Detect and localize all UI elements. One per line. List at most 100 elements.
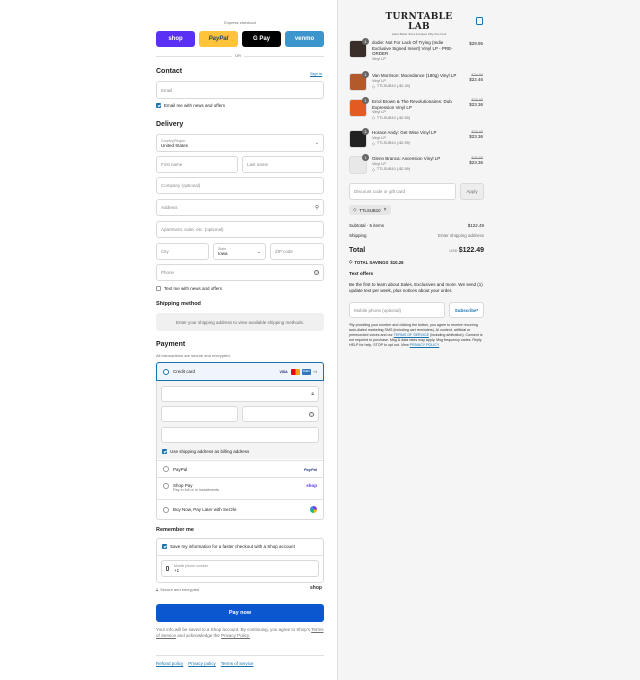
address-placeholder: Address [161,205,178,210]
item-price: $25.95 $23.36 [469,156,483,165]
discount-line: ◇ TTLSUB10 (-$2.59) [372,167,460,172]
chevron-down-icon: ⌄ [256,248,261,255]
save-info-checkbox[interactable] [162,544,167,549]
country-label: Country/Region [161,138,186,143]
billing-address-checkbox[interactable] [162,449,167,454]
cart-item: 1 Van Morrison: Moondance (180g) Vinyl L… [349,71,484,91]
contact-heading: Contact [156,68,183,75]
item-price: $24.95 $22.46 [469,73,483,82]
discount-code-field[interactable]: Discount code or gift card [349,183,456,200]
quantity-badge: 1 [362,38,369,45]
email-news-label: Email me with news and offers [164,103,225,108]
paypal-logo: PayPal [208,36,229,42]
country-value: United States [161,142,189,148]
discount-code-placeholder: Discount code or gift card [354,189,406,194]
paypal-express-button[interactable]: PayPal [199,31,238,47]
credit-card-option[interactable]: Credit card VISA MC AMEX +4 [156,362,324,381]
shop-pay-express-button[interactable]: shop [156,31,195,47]
sezzle-radio[interactable] [163,506,169,513]
city-placeholder: City [161,249,169,254]
product-thumbnail: 1 [349,128,369,148]
shopping-bag-icon[interactable] [476,17,483,25]
product-price: $23.36 [469,134,483,139]
tag-icon: ◇ [349,259,353,264]
lock-icon: 🔒︎ [156,587,159,592]
sms-terms-link[interactable]: TERMS OF SERVICE [394,333,429,337]
legal-text-part: and acknowledge the [177,633,220,638]
name-on-card-field[interactable] [161,427,319,443]
first-name-field[interactable]: First name [156,156,238,173]
email-news-checkbox[interactable] [156,103,161,108]
product-name: Van Morrison: Moondance (180g) Vinyl LP [372,73,457,78]
shop-privacy-link[interactable]: Privacy Policy. [221,633,250,638]
help-icon[interactable]: ? [309,411,314,417]
pay-now-button[interactable]: Pay now [156,604,324,622]
sezzle-icon [310,506,317,513]
expiration-field[interactable] [161,406,238,422]
billing-address-label: Use shipping address as billing address [170,449,250,454]
store-logo[interactable]: TURNTABLE LAB [384,12,454,32]
save-info-checkbox-row[interactable]: Save my information for a faster checkou… [162,544,295,549]
tag-icon: ◇ [353,207,357,212]
chevron-down-icon: ⌄ [314,140,319,146]
zip-field[interactable]: ZIP code [270,243,324,260]
security-code-field[interactable]: ? [242,406,319,422]
currency-code: USD [449,249,458,253]
paypal-option[interactable]: PayPal PayPal [157,460,323,477]
legal-text-part: Your info will be saved to a Shop accoun… [156,627,311,632]
help-icon[interactable]: ? [314,270,319,275]
secure-encrypted-note: 🔒︎ Secure and encrypted [156,587,199,592]
footer-divider [156,655,324,656]
card-number-field[interactable]: 🔒︎ [161,386,319,402]
sign-in-link[interactable]: Sign in [310,71,322,76]
sezzle-option[interactable]: Buy Now, Pay Later with Sezzle [157,499,323,519]
shop-pay-radio[interactable] [163,483,169,489]
item-price: $25.95 $23.36 [469,98,483,107]
company-placeholder: Company (optional) [161,183,201,188]
item-price: $25.95 $23.36 [469,130,483,139]
company-field[interactable]: Company (optional) [156,177,324,194]
email-placeholder: Email [161,87,173,93]
subscribe-button[interactable]: Subscribe* [449,302,484,318]
product-price: $23.36 [469,160,483,165]
mobile-phone-field[interactable]: Mobile phone number +1 [161,560,319,577]
refund-policy-link[interactable]: Refund policy [156,661,183,666]
google-pay-logo: G Pay [252,36,270,42]
email-news-checkbox-row[interactable]: Email me with news and offers [156,103,225,108]
shop-pay-logo: shop [168,36,183,42]
shop-pay-option[interactable]: Shop Pay Pay in full or in installments s… [157,477,323,499]
shop-pay-sublabel: Pay in full or in installments [173,488,220,492]
last-name-field[interactable]: Last name [242,156,324,173]
close-icon[interactable]: × [384,207,387,213]
quantity-badge: 1 [362,154,369,161]
paypal-radio[interactable] [163,466,169,472]
discount-code-amount: TTLSUB10 (-$2.59) [376,141,411,145]
state-select[interactable]: State Iowa ⌄ [213,243,266,260]
sms-privacy-link[interactable]: PRIVACY POLICY [410,343,440,347]
venmo-express-button[interactable]: venmo [285,31,324,47]
payment-subtitle: All transactions are secure and encrypte… [156,353,231,358]
apply-button[interactable]: Apply [460,183,484,200]
google-pay-express-button[interactable]: G Pay [242,31,281,47]
privacy-policy-link[interactable]: Privacy policy [188,661,216,666]
text-news-checkbox-row[interactable]: Text me with news and offers [156,286,222,291]
terms-of-service-link[interactable]: Terms of service [221,661,254,666]
city-field[interactable]: City [156,243,209,260]
text-offers-mobile-field[interactable]: Mobile phone (optional) [349,302,445,318]
email-field[interactable]: Email [156,81,324,99]
phone-placeholder: Phone [161,270,175,275]
payment-heading: Payment [156,341,186,348]
text-news-label: Text me with news and offers [164,286,222,291]
country-select[interactable]: Country/Region United States ⌄ [156,134,324,152]
apartment-field[interactable]: Apartment, suite, etc. (optional) [156,221,324,238]
credit-card-radio[interactable] [163,368,169,375]
text-offers-body: Be the first to learn about Sales, Exclu… [349,282,483,293]
shipping-row: Shipping Enter shipping address [349,233,484,238]
cart-item: 1 dodie: Not For Lack Of Trying (Indie E… [349,38,484,62]
product-thumbnail: 1 [349,97,369,117]
text-news-checkbox[interactable] [156,286,161,291]
address-field[interactable]: Address ⚲ [156,199,324,216]
billing-address-checkbox-row[interactable]: Use shipping address as billing address [162,449,249,454]
product-thumbnail: 1 [349,38,369,58]
phone-field[interactable]: Phone? [156,264,324,281]
